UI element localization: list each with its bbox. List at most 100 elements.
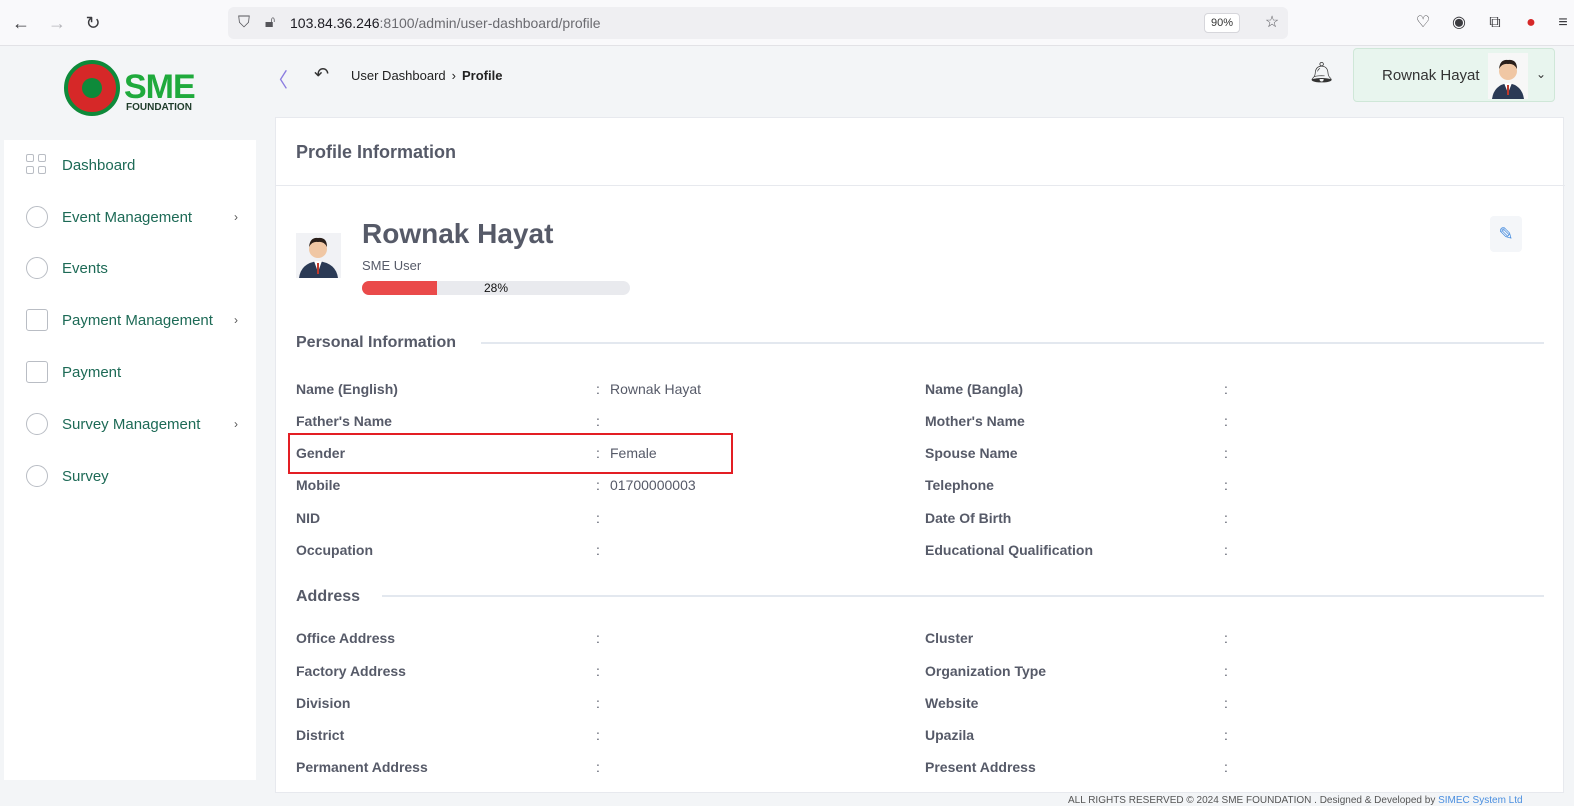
chevron-right-icon: › — [234, 417, 238, 431]
sme-foundation-logo[interactable]: SME FOUNDATION — [64, 60, 204, 116]
url-path: :8100/admin/user-dashboard/profile — [379, 15, 601, 31]
extensions-icon[interactable]: ⧉ — [1484, 12, 1506, 34]
field-colon: : — [1224, 413, 1228, 429]
field-label-organization-type: Organization Type — [925, 663, 1047, 679]
field-label-nid: NID — [296, 510, 321, 526]
field-label-mother-s-name: Mother's Name — [925, 413, 1025, 429]
chevron-right-icon: › — [451, 68, 456, 83]
field-label-telephone: Telephone — [925, 477, 994, 493]
card-header: Profile Information — [276, 118, 1565, 186]
field-colon: : — [596, 542, 600, 558]
breadcrumb-current: Profile — [462, 68, 503, 83]
sidebar-item-label: Payment Management — [62, 312, 213, 329]
field-label-educational-qualification: Educational Qualification — [925, 542, 1094, 558]
notification-bell-icon[interactable]: 🔔︎ — [1309, 60, 1334, 86]
field-label-division: Division — [296, 695, 351, 711]
field-label-factory-address: Factory Address — [296, 663, 406, 679]
field-label-father-s-name: Father's Name — [296, 413, 392, 429]
field-colon: : — [1224, 759, 1228, 775]
field-colon: : — [1224, 695, 1228, 711]
chevron-down-icon[interactable]: ⌄ — [1536, 67, 1546, 81]
url-text[interactable]: 103.84.36.246:8100/admin/user-dashboard/… — [290, 15, 601, 31]
profile-name: Rownak Hayat — [362, 218, 554, 249]
user-name: Rownak Hayat — [1382, 67, 1480, 84]
forward-arrow-icon[interactable]: → — [46, 12, 68, 34]
profile-avatar — [296, 233, 341, 278]
sidebar-item-label: Survey Management — [62, 416, 201, 433]
shield-icon[interactable]: ⛉ — [234, 13, 254, 33]
sidebar-item-label: Event Management — [62, 209, 193, 226]
field-colon: : — [596, 759, 600, 775]
logo-subtext: FOUNDATION — [126, 102, 192, 113]
sidebar-item-events[interactable]: Events — [4, 247, 256, 287]
user-avatar — [1488, 53, 1528, 99]
footer: ALL RIGHTS RESERVED © 2024 SME FOUNDATIO… — [1068, 795, 1523, 806]
sidebar-item-label: Payment — [62, 364, 122, 381]
field-colon: : — [596, 477, 600, 493]
field-colon: : — [596, 630, 600, 646]
reload-icon[interactable]: ↻ — [82, 12, 104, 34]
field-colon: : — [596, 663, 600, 679]
insecure-lock-icon[interactable]: 🔓︎ — [260, 13, 280, 33]
section-divider — [382, 595, 1544, 597]
field-label-permanent-address: Permanent Address — [296, 759, 428, 775]
footer-text: ALL RIGHTS RESERVED © 2024 SME FOUNDATIO… — [1068, 795, 1439, 806]
field-colon: : — [1224, 663, 1228, 679]
sidebar-item-label: Dashboard — [62, 157, 136, 174]
lock-icon — [26, 257, 48, 279]
breadcrumb-parent[interactable]: User Dashboard — [351, 68, 446, 83]
field-colon: : — [1224, 630, 1228, 646]
sidebar-item-dashboard[interactable]: Dashboard — [4, 144, 256, 184]
field-colon: : — [1224, 727, 1228, 743]
field-colon: : — [1224, 477, 1228, 493]
account-icon[interactable]: ◉ — [1448, 12, 1470, 34]
field-label-website: Website — [925, 695, 979, 711]
personal-info-heading: Personal Information — [296, 334, 457, 351]
sidebar-item-event-management[interactable]: Event Management › — [4, 196, 256, 236]
field-label-upazila: Upazila — [925, 727, 975, 743]
profile-role: SME User — [362, 258, 422, 273]
address-heading: Address — [296, 588, 361, 605]
sidebar-item-survey-management[interactable]: Survey Management › — [4, 403, 256, 443]
url-host: 103.84.36.246 — [290, 15, 380, 31]
zoom-badge[interactable]: 90% — [1203, 13, 1240, 33]
footer-link[interactable]: SIMEC System Ltd — [1438, 795, 1522, 806]
address-bar[interactable]: ⛉ 🔓︎ 103.84.36.246:8100/admin/user-dashb… — [228, 7, 1288, 39]
back-arrow-icon[interactable]: ← — [10, 12, 32, 34]
highlight-annotation — [288, 433, 733, 474]
section-divider — [481, 342, 1544, 344]
return-icon[interactable]: ↶ — [314, 64, 329, 85]
field-colon: : — [1224, 510, 1228, 526]
menu-icon[interactable]: ≡ — [1552, 12, 1574, 34]
sidebar-item-payment-management[interactable]: Payment Management › — [4, 299, 256, 339]
extension-avatar-icon[interactable]: ● — [1520, 12, 1542, 34]
bookmark-star-icon[interactable]: ☆ — [1262, 13, 1282, 33]
field-label-date-of-birth: Date Of Birth — [925, 510, 1012, 526]
sidebar-item-survey[interactable]: Survey — [4, 455, 256, 495]
field-colon: : — [596, 510, 600, 526]
logo-emblem — [64, 60, 120, 116]
edit-profile-button[interactable]: ✎ — [1490, 216, 1522, 252]
money-icon — [26, 361, 48, 383]
page-title: Profile Information — [296, 142, 457, 162]
sidebar-item-payment[interactable]: Payment — [4, 351, 256, 391]
field-colon: : — [596, 381, 600, 397]
field-colon: : — [1224, 445, 1228, 461]
pocket-icon[interactable]: ♡ — [1412, 12, 1434, 34]
sidebar-item-label: Events — [62, 260, 108, 277]
money-icon — [26, 309, 48, 331]
grid-icon — [26, 154, 48, 176]
sidebar-collapse-icon[interactable]: 〈 — [268, 64, 288, 93]
field-colon: : — [1224, 542, 1228, 558]
app-header: SME FOUNDATION 〈 ↶ User Dashboard › Profil… — [0, 46, 1574, 116]
field-colon: : — [596, 413, 600, 429]
lock-icon — [26, 206, 48, 228]
pie-icon — [26, 413, 48, 435]
field-colon: : — [596, 695, 600, 711]
field-colon: : — [1224, 381, 1228, 397]
pie-icon — [26, 465, 48, 487]
sidebar-item-label: Survey — [62, 468, 109, 485]
user-menu[interactable]: Rownak Hayat ⌄ — [1353, 48, 1555, 102]
chevron-right-icon: › — [234, 210, 238, 224]
field-value-name-english: Rownak Hayat — [610, 381, 702, 397]
